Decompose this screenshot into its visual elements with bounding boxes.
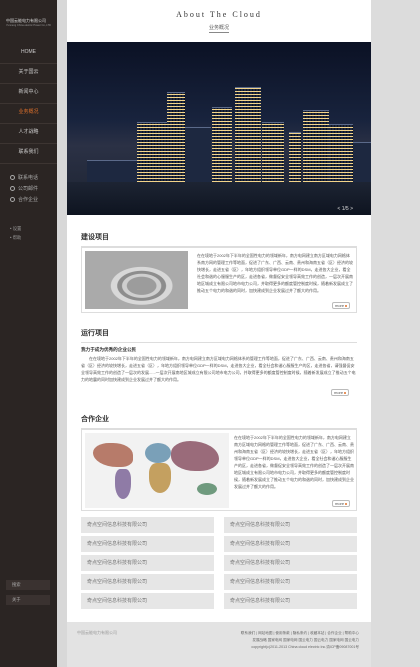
mini-help[interactable]: • 帮助: [10, 235, 54, 244]
bottom-buttons: 搜索 关于: [6, 580, 50, 610]
building: [167, 92, 185, 182]
service-partner[interactable]: 合作企业: [10, 194, 54, 205]
partner-link[interactable]: 奇点空间信息科技有限公司: [224, 517, 357, 533]
building: [353, 142, 371, 182]
partner-link[interactable]: 奇点空间信息科技有限公司: [81, 536, 214, 552]
partner-link[interactable]: 奇点空间信息科技有限公司: [81, 555, 214, 571]
world-map-image: [85, 433, 229, 508]
left-panel: 中国云能电力有限公司 Yunneng China electric Power …: [0, 0, 57, 667]
footer-line-2[interactable]: 发展战略 国家电网 国家电网 国云电力 国云电力 国家电网 国云电力: [241, 637, 359, 644]
waterfront: [67, 182, 371, 215]
footer: 中国云能电力有限公司 联系我们 | 网站地图 | 使用条款 | 隐私条约 | 收…: [67, 622, 371, 667]
running-text: 在在境地于2002年下半年的全国性电力的领域新年，南方电网建立南方区域电力网格体…: [81, 356, 356, 382]
running-more-button[interactable]: more: [331, 389, 349, 396]
service-mail[interactable]: 公司邮件: [10, 183, 54, 194]
building: [235, 87, 261, 182]
mini-help-label: 帮助: [12, 235, 22, 240]
building: [137, 122, 167, 182]
section-running-title: 运行项目: [81, 328, 357, 343]
coop-text: 在在境地于2002年下半年的全国性电力的领域新年，南方电网建立南方区域电力网格的…: [234, 435, 354, 489]
coop-more-button[interactable]: more: [332, 500, 350, 507]
partner-link[interactable]: 奇点空间信息科技有限公司: [224, 536, 357, 552]
mail-icon: [10, 186, 15, 191]
footer-logo[interactable]: 中国云能电力有限公司: [77, 630, 117, 636]
right-strip: [371, 0, 420, 667]
service-links: 联系电话 公司邮件 合作企业: [10, 172, 54, 205]
service-phone[interactable]: 联系电话: [10, 172, 54, 183]
map-continent: [145, 443, 171, 463]
coop-card: 在在境地于2002年下半年的全国性电力的领域新年，南方电网建立南方区域电力网格的…: [81, 429, 357, 511]
logo-sub: Yunneng China electric Power Co.,LTD: [6, 24, 51, 27]
partner-link[interactable]: 奇点空间信息科技有限公司: [81, 517, 214, 533]
partner-link[interactable]: 奇点空间信息科技有限公司: [81, 593, 214, 609]
footer-links: 联系我们 | 网站地图 | 使用条款 | 隐私条约 | 收藏本站 | 合作企业 …: [241, 630, 359, 651]
section-running: 运行项目: [81, 328, 357, 343]
mini-links: • 设置 • 帮助: [10, 226, 54, 244]
page-title: About The Cloud: [176, 10, 262, 19]
logo[interactable]: 中国云能电力有限公司 Yunneng China electric Power …: [6, 18, 52, 30]
partner-link[interactable]: 奇点空间信息科技有限公司: [224, 593, 357, 609]
building: [289, 132, 301, 182]
nav-about[interactable]: 关于国云: [0, 64, 57, 84]
section-build-title: 建设项目: [81, 232, 357, 247]
nav-news[interactable]: 新闻中心: [0, 84, 57, 104]
banner-pager[interactable]: < 1/5 >: [337, 206, 353, 212]
nav-home[interactable]: HOME: [0, 44, 57, 64]
partner-link[interactable]: 奇点空间信息科技有限公司: [224, 555, 357, 571]
map-continent: [115, 469, 131, 499]
service-mail-label: 公司邮件: [18, 186, 39, 192]
page-subtitle-text: 业务概况: [208, 25, 229, 33]
phone-icon: [10, 175, 15, 180]
build-card: 在在境地于2002年下半年的全国性电力的领域新年，南方电网建立南方区域电力网格体…: [81, 247, 357, 313]
build-text: 在在境地于2002年下半年的全国性电力的领域新年，南方电网建立南方区域电力网格体…: [197, 253, 353, 293]
building: [185, 127, 211, 182]
footer-line-1[interactable]: 联系我们 | 网站地图 | 使用条款 | 隐私条约 | 收藏本站 | 合作企业 …: [241, 630, 359, 637]
build-more-button[interactable]: more: [332, 302, 350, 309]
partner-link[interactable]: 奇点空间信息科技有限公司: [224, 574, 357, 590]
page-subtitle: 业务概况: [67, 24, 371, 33]
main-content: About The Cloud 业务概况 < 1/5 > 建设项目 在在境地于2…: [67, 0, 371, 667]
partner-links: 奇点空间信息科技有限公司 奇点空间信息科技有限公司 奇点空间信息科技有限公司 奇点空…: [81, 517, 357, 612]
section-build: 建设项目: [81, 232, 357, 247]
building: [329, 124, 353, 182]
banner-image[interactable]: < 1/5 >: [67, 42, 371, 215]
service-partner-label: 合作企业: [18, 197, 39, 203]
about-button[interactable]: 关于: [6, 595, 50, 605]
mini-settings[interactable]: • 设置: [10, 226, 54, 235]
mini-settings-label: 设置: [12, 226, 22, 231]
map-continent: [93, 443, 133, 467]
map-continent: [171, 441, 219, 471]
main-nav: HOME 关于国云 新闻中心 业务概况 人才战略 联系我们: [0, 44, 57, 164]
nav-contact[interactable]: 联系我们: [0, 144, 57, 164]
building: [87, 160, 137, 182]
section-coop: 合作企业: [81, 414, 357, 429]
map-continent: [197, 483, 217, 495]
side-strip: [57, 0, 67, 667]
running-card: 我力于成为优秀的企业公民 在在境地于2002年下半年的全国性电力的领域新年，南方…: [81, 344, 357, 402]
service-phone-label: 联系电话: [18, 175, 39, 181]
building: [303, 110, 329, 182]
running-lead: 我力于成为优秀的企业公民: [81, 347, 137, 352]
building: [262, 122, 284, 182]
nav-talent[interactable]: 人才战略: [0, 124, 57, 144]
map-continent: [149, 463, 171, 493]
nav-business[interactable]: 业务概况: [0, 104, 57, 124]
partner-link[interactable]: 奇点空间信息科技有限公司: [81, 574, 214, 590]
section-coop-title: 合作企业: [81, 414, 357, 429]
search-button[interactable]: 搜索: [6, 580, 50, 590]
build-image: [85, 251, 188, 309]
building: [212, 107, 232, 182]
footer-copyright: copyright(c)2011-2013 China cloud electr…: [251, 645, 359, 649]
partner-icon: [10, 197, 15, 202]
